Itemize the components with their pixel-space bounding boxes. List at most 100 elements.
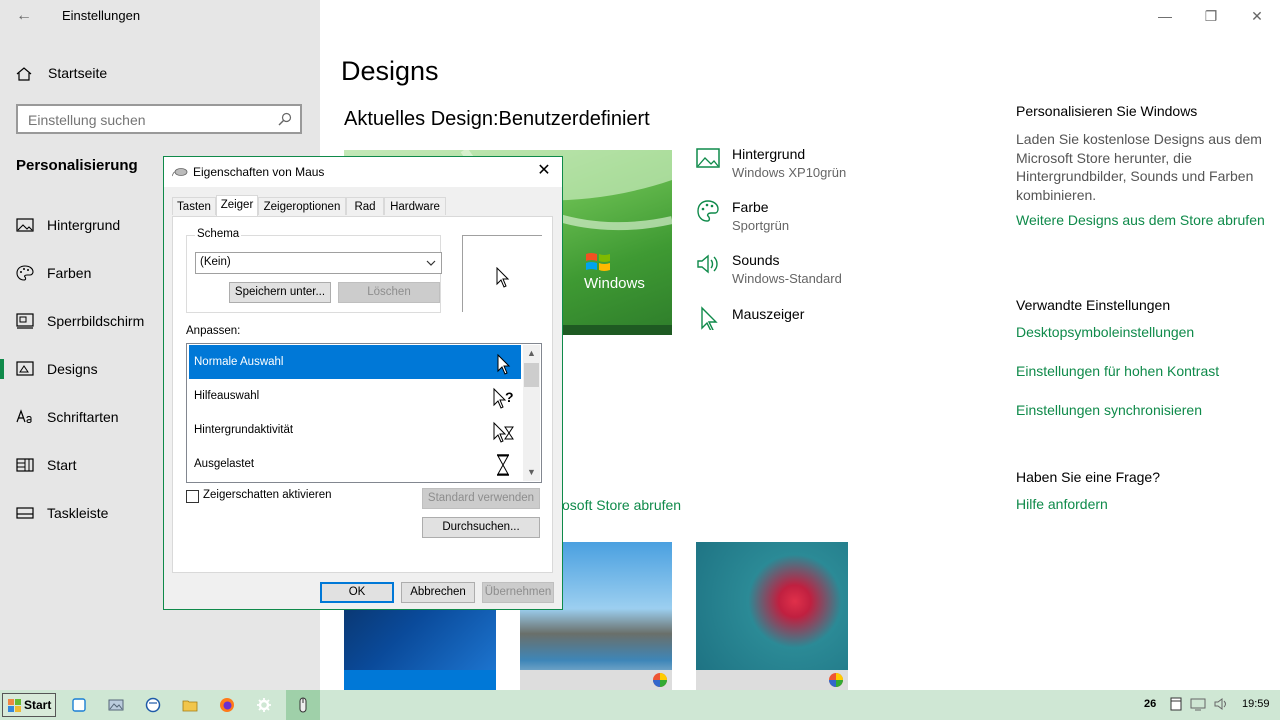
- desktop-icons-link[interactable]: Desktopsymboleinstellungen: [1016, 323, 1266, 342]
- design-prop-mauszeiger[interactable]: Mauszeiger: [696, 306, 956, 348]
- taskbar-app-photos[interactable]: [101, 693, 131, 717]
- list-item[interactable]: Hintergrundaktivität: [189, 413, 521, 447]
- delete-button[interactable]: Löschen: [338, 282, 440, 303]
- start-label: Start: [24, 698, 52, 712]
- tab-hardware[interactable]: Hardware: [384, 197, 446, 215]
- ok-button[interactable]: OK: [320, 582, 394, 603]
- window-title: Einstellungen: [62, 8, 141, 23]
- taskbar-icon: [16, 507, 34, 519]
- gear-icon: [257, 698, 271, 712]
- sidebar-item-label: Sperrbildschirm: [47, 313, 145, 329]
- back-button[interactable]: ←: [14, 6, 34, 26]
- svg-text:?: ?: [505, 389, 514, 405]
- high-contrast-link[interactable]: Einstellungen für hohen Kontrast: [1016, 362, 1266, 381]
- close-button[interactable]: ✕: [1234, 2, 1280, 30]
- cursor-label: Normale Auswahl: [194, 356, 284, 368]
- tray-network[interactable]: [1190, 697, 1206, 716]
- design-prop-hintergrund[interactable]: Hintergrund Windows XP10grün: [696, 146, 956, 188]
- arrow-cursor-icon: [496, 267, 510, 288]
- scroll-down-icon[interactable]: ▼: [523, 464, 540, 481]
- sidebar-item-label: Start: [47, 457, 77, 473]
- tab-zeigeroptionen[interactable]: Zeigeroptionen: [258, 197, 346, 215]
- cursor-label: Hintergrundaktivität: [194, 424, 294, 436]
- design-prop-farbe[interactable]: Farbe Sportgrün: [696, 199, 956, 241]
- search-icon[interactable]: [278, 112, 292, 126]
- restore-button[interactable]: ❐: [1188, 2, 1234, 30]
- theme-thumbnail-flower[interactable]: [696, 542, 848, 690]
- sync-settings-link[interactable]: Einstellungen synchronisieren: [1016, 401, 1266, 420]
- home-icon: [16, 67, 32, 81]
- prop-title: Mauszeiger: [732, 306, 805, 322]
- checkbox-label: Zeigerschatten aktivieren: [203, 489, 332, 501]
- cursor-label: Hilfeauswahl: [194, 390, 260, 402]
- page-title: Designs: [341, 56, 439, 86]
- taskbar: Start 26 19:59: [0, 690, 1280, 720]
- taskbar-app-explorer[interactable]: [175, 693, 205, 717]
- nav-home[interactable]: Startseite: [16, 64, 316, 84]
- scrollbar-thumb[interactable]: [524, 363, 539, 387]
- cursor-preview-box: [462, 235, 542, 312]
- personalize-heading: Personalisieren Sie Windows: [1016, 103, 1198, 119]
- prop-title: Hintergrund: [732, 146, 806, 162]
- tab-tasten[interactable]: Tasten: [172, 197, 216, 215]
- network-icon: [1190, 698, 1206, 711]
- list-item[interactable]: Normale Auswahl: [189, 345, 521, 379]
- start-button[interactable]: Start: [2, 693, 56, 717]
- arrow-cursor-icon: [497, 353, 511, 375]
- checkbox-box[interactable]: [186, 490, 199, 503]
- current-design-label: Aktuelles Design:: [344, 108, 499, 130]
- sidebar-item-label: Hintergrund: [47, 217, 121, 233]
- schema-dropdown[interactable]: (Kein): [195, 252, 442, 274]
- dialog-close-button[interactable]: ✕: [534, 161, 554, 181]
- sidebar-item-label: Taskleiste: [47, 505, 109, 521]
- apply-button[interactable]: Übernehmen: [482, 582, 554, 603]
- photos-icon: [108, 699, 124, 711]
- taskbar-app-mouse-properties[interactable]: [286, 690, 320, 720]
- question-heading: Haben Sie eine Frage?: [1016, 469, 1160, 485]
- schema-label: Schema: [195, 228, 242, 240]
- preview-logo-text: Windows: [584, 275, 645, 292]
- tray-clock[interactable]: 19:59: [1242, 698, 1270, 710]
- personalize-text: Laden Sie kostenlose Designs aus dem Mic…: [1016, 131, 1262, 203]
- cancel-button[interactable]: Abbrechen: [401, 582, 475, 603]
- tray-volume[interactable]: [1214, 697, 1230, 716]
- speaker-icon: [1214, 698, 1226, 710]
- list-item[interactable]: Ausgelastet: [189, 447, 521, 481]
- sidebar-item-label: Farben: [47, 265, 92, 281]
- tray-number[interactable]: 26: [1144, 698, 1156, 710]
- globe-icon: [145, 697, 161, 713]
- windows-flag-icon: [586, 253, 610, 271]
- palette-icon: [16, 265, 34, 281]
- color-wheel-icon: [653, 673, 667, 687]
- windows-flag-icon: [8, 699, 21, 712]
- mouse-icon: [299, 697, 307, 713]
- list-item[interactable]: Hilfeauswahl ?: [189, 379, 521, 413]
- minimize-button[interactable]: —: [1142, 2, 1188, 30]
- taskbar-app-notes[interactable]: [64, 693, 94, 717]
- tab-zeiger[interactable]: Zeiger: [216, 195, 258, 216]
- cursor-list[interactable]: Normale Auswahl Hilfeauswahl ? Hintergru…: [186, 343, 542, 483]
- start-icon: [16, 458, 34, 472]
- taskbar-app-browser[interactable]: [138, 693, 168, 717]
- taskbar-app-firefox[interactable]: [212, 693, 242, 717]
- chevron-down-icon: [426, 260, 436, 266]
- search-input[interactable]: [26, 110, 270, 130]
- tab-rad[interactable]: Rad: [346, 197, 384, 215]
- list-scrollbar[interactable]: ▲ ▼: [523, 345, 540, 481]
- save-as-button[interactable]: Speichern unter...: [229, 282, 331, 303]
- design-prop-sounds[interactable]: Sounds Windows-Standard: [696, 252, 956, 294]
- working-cursor-icon: [493, 421, 514, 443]
- use-default-button[interactable]: Standard verwenden: [422, 488, 540, 509]
- browse-button[interactable]: Durchsuchen...: [422, 517, 540, 538]
- tray-calendar[interactable]: [1170, 697, 1182, 716]
- scroll-up-icon[interactable]: ▲: [523, 345, 540, 362]
- more-designs-link[interactable]: Weitere Designs aus dem Store abrufen: [1016, 211, 1266, 230]
- help-link[interactable]: Hilfe anfordern: [1016, 495, 1266, 514]
- store-link[interactable]: osoft Store abrufen: [562, 497, 681, 513]
- picture-icon: [16, 218, 34, 232]
- taskbar-app-settings[interactable]: [249, 693, 279, 717]
- dialog-titlebar[interactable]: Eigenschaften von Maus ✕: [164, 157, 562, 187]
- notes-icon: [72, 698, 86, 712]
- thumbnail-bar: [696, 670, 848, 690]
- settings-search[interactable]: [16, 104, 302, 134]
